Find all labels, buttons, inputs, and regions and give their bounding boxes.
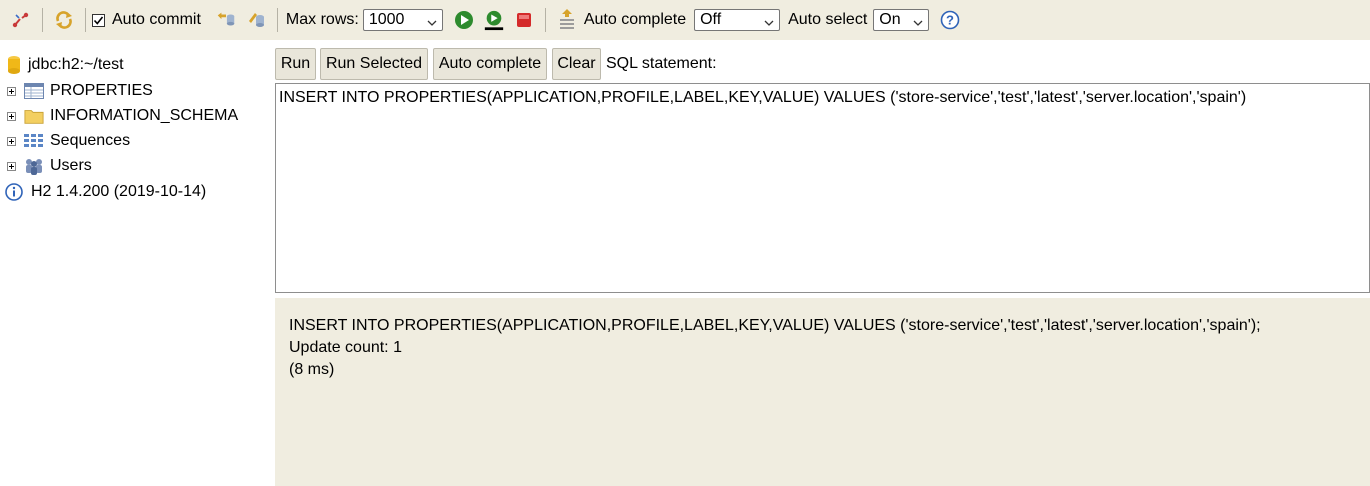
result-panel: INSERT INTO PROPERTIES(APPLICATION,PROFI…: [275, 298, 1370, 486]
tree-item-sequences[interactable]: Sequences: [7, 130, 130, 152]
run-button[interactable]: Run: [275, 48, 316, 80]
run-selected-icon[interactable]: [483, 9, 505, 31]
table-icon: [24, 82, 44, 100]
commit-icon[interactable]: [245, 9, 267, 31]
sql-statement-label: SQL statement:: [606, 55, 717, 72]
auto-select-value: On: [879, 11, 901, 28]
auto-commit-label: Auto commit: [112, 11, 201, 28]
stop-icon[interactable]: [513, 9, 535, 31]
toolbar-separator: [276, 8, 278, 32]
clear-button[interactable]: Clear: [552, 48, 601, 80]
tree-item-users[interactable]: Users: [7, 155, 92, 177]
help-icon[interactable]: ?: [939, 9, 961, 31]
toolbar-separator: [85, 8, 86, 32]
checkbox-box[interactable]: [92, 13, 105, 27]
tree-item-properties[interactable]: PROPERTIES: [7, 80, 153, 102]
sql-text[interactable]: INSERT INTO PROPERTIES(APPLICATION,PROFI…: [279, 89, 1246, 106]
info-icon: [5, 183, 23, 201]
chevron-down-icon: [913, 15, 923, 33]
toolbar-separator: [42, 8, 43, 32]
expand-icon[interactable]: [7, 111, 16, 121]
tree-item-label: INFORMATION_SCHEMA: [50, 107, 239, 124]
run-icon[interactable]: [453, 9, 475, 31]
schema-tree: jdbc:h2:~/test PROPERTIES INFORMATION_SC…: [0, 40, 272, 486]
sql-editor[interactable]: INSERT INTO PROPERTIES(APPLICATION,PROFI…: [275, 83, 1370, 293]
auto-complete-select[interactable]: Off: [694, 9, 781, 33]
result-timing: (8 ms): [289, 361, 335, 378]
auto-complete-value: Off: [700, 11, 722, 28]
expand-icon[interactable]: [7, 136, 16, 146]
tree-connection[interactable]: jdbc:h2:~/test: [6, 54, 124, 76]
tree-version: H2 1.4.200 (2019-10-14): [5, 181, 206, 203]
version-label: H2 1.4.200 (2019-10-14): [31, 183, 207, 200]
auto-complete-label: Auto complete: [583, 11, 687, 28]
result-statement: INSERT INTO PROPERTIES(APPLICATION,PROFI…: [289, 317, 1261, 334]
tree-item-information-schema[interactable]: INFORMATION_SCHEMA: [7, 105, 238, 127]
max-rows-label: Max rows:: [285, 11, 359, 28]
database-icon: [6, 56, 22, 74]
rollback-icon[interactable]: [215, 9, 237, 31]
expand-icon[interactable]: [7, 161, 16, 171]
chevron-down-icon: [427, 15, 437, 33]
folder-icon: [24, 107, 44, 125]
svg-text:?: ?: [946, 13, 954, 28]
max-rows-select[interactable]: 1000: [362, 9, 443, 33]
connection-label: jdbc:h2:~/test: [28, 56, 124, 73]
users-icon: [24, 157, 44, 175]
tree-item-label: PROPERTIES: [50, 82, 153, 99]
sequences-icon: [24, 132, 44, 150]
toolbar: Auto commit Max rows: 1000 Auto complete…: [0, 0, 1370, 40]
auto-select-select[interactable]: On: [873, 9, 930, 33]
auto-complete-button[interactable]: Auto complete: [433, 48, 547, 80]
run-selected-button[interactable]: Run Selected: [320, 48, 428, 80]
auto-commit-checkbox[interactable]: Auto commit: [92, 11, 205, 29]
auto-select-label: Auto select: [788, 11, 868, 28]
result-update-count: Update count: 1: [289, 339, 402, 356]
expand-icon[interactable]: [7, 86, 16, 96]
chevron-down-icon: [764, 15, 774, 33]
max-rows-value: 1000: [368, 11, 405, 28]
history-icon[interactable]: [556, 9, 578, 31]
tree-item-label: Sequences: [50, 132, 131, 149]
disconnect-icon[interactable]: [10, 9, 32, 31]
toolbar-separator: [544, 8, 546, 32]
refresh-icon[interactable]: [53, 9, 75, 31]
tree-item-label: Users: [50, 157, 92, 174]
